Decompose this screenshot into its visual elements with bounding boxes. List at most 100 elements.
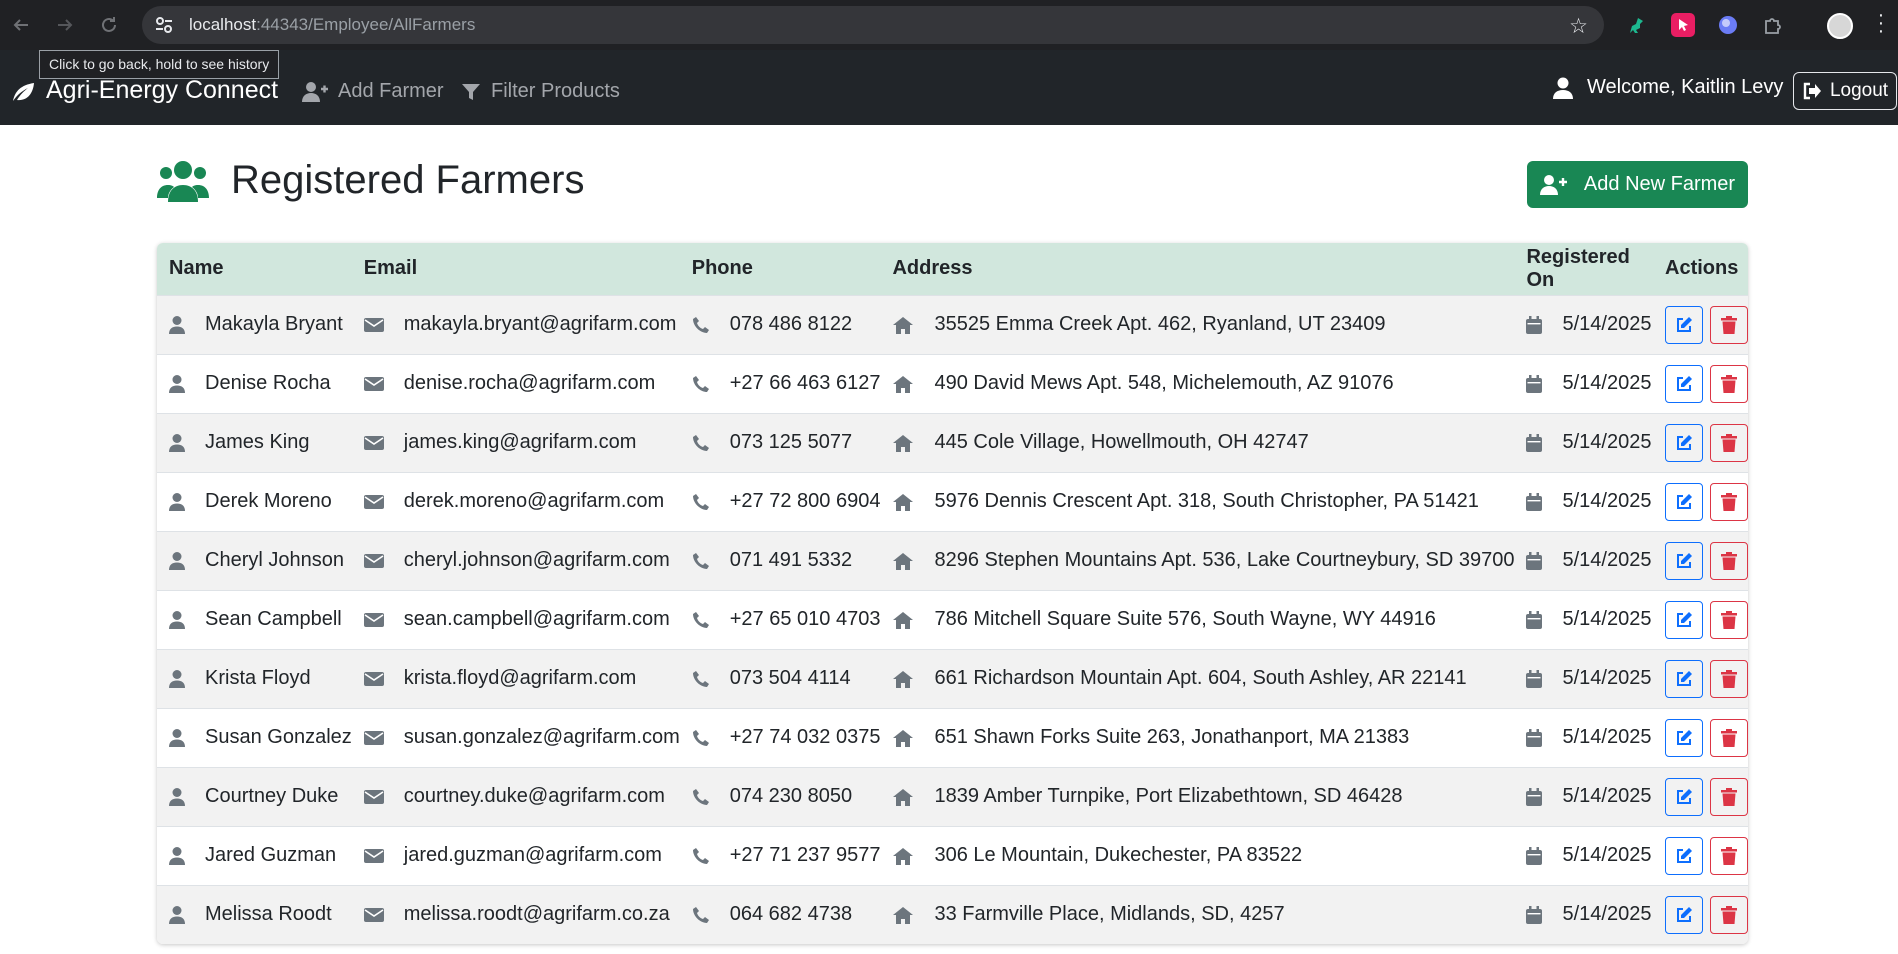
edit-button[interactable] — [1665, 600, 1703, 639]
cell-registered: 5/14/2025 — [1514, 885, 1653, 944]
bookmark-star-icon[interactable]: ☆ — [1569, 14, 1588, 39]
cell-name-text: Krista Floyd — [205, 667, 311, 689]
edit-button[interactable] — [1665, 305, 1703, 344]
cell-address: 1839 Amber Turnpike, Port Elizabethtown,… — [880, 767, 1514, 826]
nav-add-farmer[interactable]: Add Farmer — [302, 80, 444, 103]
home-icon — [892, 847, 924, 865]
extensions-puzzle-icon[interactable] — [1761, 13, 1785, 37]
cell-name-text: Derek Moreno — [205, 490, 332, 512]
back-button[interactable] — [8, 12, 34, 38]
delete-button[interactable] — [1710, 423, 1748, 462]
user-icon — [169, 492, 195, 511]
header-phone: Phone — [691, 257, 753, 280]
browser-menu-icon[interactable]: · · · — [1876, 5, 1886, 41]
cell-actions — [1653, 531, 1748, 590]
cell-registered-text: 5/14/2025 — [1562, 608, 1652, 630]
edit-button[interactable] — [1665, 482, 1703, 521]
home-icon — [892, 788, 924, 806]
user-plus-icon — [302, 81, 328, 102]
cell-email-text: derek.moreno@agrifarm.com — [403, 490, 665, 512]
arrow-right-icon — [58, 19, 73, 31]
extension-cursor-icon[interactable] — [1671, 13, 1695, 37]
cell-email-text: cheryl.johnson@agrifarm.com — [403, 549, 670, 571]
delete-button[interactable] — [1710, 777, 1748, 816]
reload-button[interactable] — [96, 12, 122, 38]
address-bar[interactable]: localhost:44343/Employee/AllFarmers ☆ — [142, 6, 1604, 44]
cell-address: 445 Cole Village, Howellmouth, OH 42747 — [880, 413, 1514, 472]
delete-button[interactable] — [1710, 364, 1748, 403]
home-icon — [892, 493, 924, 511]
cell-phone-text: 073 504 4114 — [729, 667, 851, 689]
header-actions: Actions — [1665, 257, 1739, 280]
cell-actions — [1653, 354, 1748, 413]
calendar-icon — [1526, 905, 1552, 924]
leaf-icon — [13, 82, 34, 101]
cell-name-text: Makayla Bryant — [205, 313, 343, 335]
add-new-farmer-button[interactable]: Add New Farmer — [1527, 161, 1748, 208]
cell-email-text: susan.gonzalez@agrifarm.com — [403, 726, 680, 748]
edit-button[interactable] — [1665, 836, 1703, 875]
logout-button[interactable]: Logout — [1793, 72, 1897, 110]
delete-button[interactable] — [1710, 718, 1748, 757]
url-text[interactable]: localhost:44343/Employee/AllFarmers — [189, 15, 475, 35]
edit-button[interactable] — [1665, 364, 1703, 403]
delete-button[interactable] — [1710, 482, 1748, 521]
user-icon — [169, 846, 195, 865]
phone-icon — [692, 434, 720, 452]
extension-globe-icon[interactable] — [1716, 13, 1740, 37]
user-icon — [169, 315, 195, 334]
delete-button[interactable] — [1710, 541, 1748, 580]
table-row: Krista Floyd krista.floyd@agrifarm.com 073… — [157, 649, 1748, 708]
nav-filter-products[interactable]: Filter Products — [461, 80, 620, 103]
cell-email-text: sean.campbell@agrifarm.com — [403, 608, 670, 630]
extension-dino-icon[interactable] — [1624, 13, 1648, 37]
cell-actions — [1653, 472, 1748, 531]
envelope-icon — [363, 317, 394, 333]
table-header-row: Name Email Phone Address Registered On A… — [157, 243, 1748, 295]
home-icon — [892, 906, 924, 924]
edit-button[interactable] — [1665, 541, 1703, 580]
header-registered-on: Registered On — [1526, 245, 1630, 291]
delete-button[interactable] — [1710, 895, 1748, 934]
edit-icon — [1675, 375, 1693, 393]
table-row: Courtney Duke courtney.duke@agrifarm.com 0… — [157, 767, 1748, 826]
home-icon — [892, 729, 924, 747]
forward-button[interactable] — [52, 12, 78, 38]
phone-icon — [692, 729, 720, 747]
calendar-icon — [1526, 787, 1552, 806]
phone-icon — [692, 670, 720, 688]
cell-actions — [1653, 885, 1748, 944]
home-icon — [892, 552, 924, 570]
edit-button[interactable] — [1665, 718, 1703, 757]
user-icon — [169, 374, 195, 393]
edit-icon — [1675, 788, 1693, 806]
edit-button[interactable] — [1665, 659, 1703, 698]
edit-icon — [1675, 493, 1693, 511]
trash-icon — [1721, 610, 1737, 629]
phone-icon — [692, 316, 720, 334]
cell-phone-text: +27 71 237 9577 — [729, 844, 881, 866]
cell-name-text: Susan Gonzalez — [205, 726, 352, 748]
delete-button[interactable] — [1710, 659, 1748, 698]
delete-button[interactable] — [1710, 600, 1748, 639]
brand-link[interactable]: Agri-Energy Connect — [10, 76, 278, 105]
edit-icon — [1675, 729, 1693, 747]
calendar-icon — [1526, 669, 1552, 688]
edit-button[interactable] — [1665, 423, 1703, 462]
user-icon — [169, 551, 195, 570]
profile-avatar[interactable] — [1827, 13, 1853, 39]
edit-button[interactable] — [1665, 895, 1703, 934]
cell-phone: 074 230 8050 — [680, 767, 881, 826]
site-settings-icon[interactable] — [154, 15, 174, 35]
delete-button[interactable] — [1710, 305, 1748, 344]
users-icon — [157, 160, 209, 202]
cell-email: james.king@agrifarm.com — [352, 413, 680, 472]
calendar-icon — [1526, 374, 1552, 393]
delete-button[interactable] — [1710, 836, 1748, 875]
cell-phone: 078 486 8122 — [680, 295, 881, 354]
cell-email: melissa.roodt@agrifarm.co.za — [352, 885, 680, 944]
cell-phone-text: 074 230 8050 — [729, 785, 853, 807]
edit-button[interactable] — [1665, 777, 1703, 816]
farmers-table: Name Email Phone Address Registered On A… — [157, 243, 1748, 944]
table-row: Melissa Roodt melissa.roodt@agrifarm.co.z… — [157, 885, 1748, 944]
